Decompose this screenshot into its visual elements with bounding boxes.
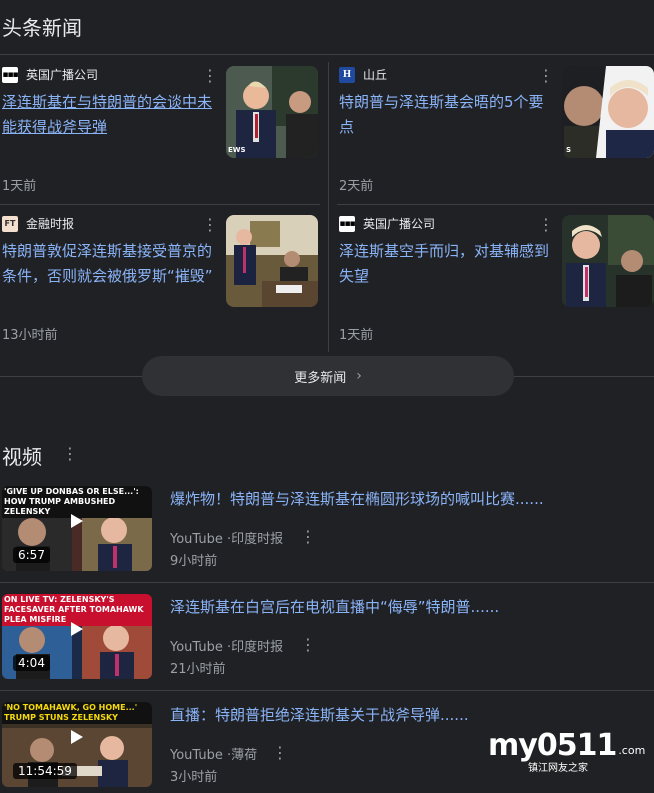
bbc-icon: ▪▪▪ [339,215,356,232]
more-vert-icon[interactable]: ⋮ [538,217,554,233]
divider [328,62,329,352]
news-title-link[interactable]: 泽连斯基空手而归，对基辅感到失望 [339,239,553,289]
news-title-link[interactable]: 特朗普与泽连斯基会晤的5个要点 [339,90,553,140]
oval-office-image [226,215,318,307]
more-news-label: 更多新闻 [294,370,347,386]
video-channel: 印度时报 [231,532,284,547]
video-duration: 6:57 [13,547,50,563]
news-time: 1天前 [339,328,374,343]
meta-separator: · [222,748,232,763]
videos-heading: 视频 [2,445,42,469]
more-vert-icon[interactable]: ⋮ [202,68,218,84]
divider [0,582,654,583]
more-vert-icon[interactable]: ⋮ [62,446,78,462]
more-vert-icon[interactable]: ⋮ [538,68,554,84]
video-source: YouTube [170,748,223,763]
video-duration: 11:54:59 [13,763,77,779]
the-hill-icon: H [339,66,355,83]
news-title-link[interactable]: 泽连斯基在与特朗普的会谈中未能获得战斧导弹 [2,90,216,140]
news-time: 13小时前 [2,328,58,343]
more-news-button[interactable]: 更多新闻 › [142,356,514,396]
divider [0,690,654,691]
video-duration: 4:04 [13,655,50,671]
play-icon [71,622,83,636]
thumbnail-caption: S [566,146,572,154]
meta-separator: · [222,532,232,547]
news-time: 2天前 [339,179,374,194]
news-thumbnail[interactable]: EWS [226,66,318,158]
more-vert-icon[interactable]: ⋮ [202,217,218,233]
zelensky-trump-portrait-image [562,66,654,158]
source-name: 英国广播公司 [26,68,99,82]
news-source: H 山丘 [339,66,387,83]
video-banner: 'NO TOMAHAWK, GO HOME...' TRUMP STUNS ZE… [2,702,152,724]
video-time: 9小时前 [170,554,218,569]
video-meta: YouTube ·印度时报 [170,528,283,547]
news-thumbnail[interactable]: S [562,66,654,158]
news-thumbnail[interactable] [226,215,318,307]
video-title-link[interactable]: 爆炸物！特朗普与泽连斯基在椭圆形球场的喊叫比赛...... [170,488,544,509]
video-time: 21小时前 [170,662,226,677]
chevron-right-icon: › [356,368,362,384]
top-news-heading: 头条新闻 [2,16,82,40]
source-name: 英国广播公司 [363,217,436,231]
video-thumbnail[interactable]: ON LIVE TV: ZELENSKY'S FACESAVER AFTER T… [2,594,152,679]
watermark-domain: .com [618,744,646,757]
source-name: 金融时报 [26,217,75,231]
video-thumbnail[interactable]: 'NO TOMAHAWK, GO HOME...' TRUMP STUNS ZE… [2,702,152,787]
video-title-link[interactable]: 直播：特朗普拒绝泽连斯基关于战斧导弹...... [170,704,469,725]
divider [0,54,654,55]
video-source: YouTube [170,532,223,547]
news-source: FT 金融时报 [2,215,74,232]
bbc-icon: ▪▪▪ [2,66,19,83]
play-icon [71,514,83,528]
ft-icon: FT [2,215,18,232]
video-channel: 薄荷 [231,748,258,763]
meta-separator: · [222,640,232,655]
video-time: 3小时前 [170,770,218,785]
divider [0,204,320,205]
watermark-tagline: 镇江网友之家 [528,763,588,774]
news-title-link[interactable]: 特朗普敦促泽连斯基接受普京的条件，否则就会被俄罗斯“摧毁” [2,239,218,289]
thumbnail-caption: EWS [228,146,246,154]
trump-zelensky-handshake-image [226,66,318,158]
video-meta: YouTube ·薄荷 [170,744,257,763]
trump-zelensky-press-image [562,215,654,307]
site-watermark: my0511 .com 镇江网友之家 [488,728,645,774]
news-source: ▪▪▪ 英国广播公司 [339,215,435,232]
more-vert-icon[interactable]: ⋮ [300,637,316,653]
video-meta: YouTube ·印度时报 [170,636,283,655]
news-source: ▪▪▪ 英国广播公司 [2,66,98,83]
more-vert-icon[interactable]: ⋮ [272,745,288,761]
news-time: 1天前 [2,179,37,194]
video-channel: 印度时报 [231,640,284,655]
play-icon [71,730,83,744]
news-thumbnail[interactable] [562,215,654,307]
video-source: YouTube [170,640,223,655]
video-thumbnail[interactable]: 'GIVE UP DONBAS OR ELSE...': HOW TRUMP A… [2,486,152,571]
more-vert-icon[interactable]: ⋮ [300,529,316,545]
video-title-link[interactable]: 泽连斯基在白宫后在电视直播中“侮辱”特朗普...... [170,596,499,617]
divider [337,204,654,205]
watermark-brand: my0511 [488,728,617,763]
source-name: 山丘 [363,68,388,82]
